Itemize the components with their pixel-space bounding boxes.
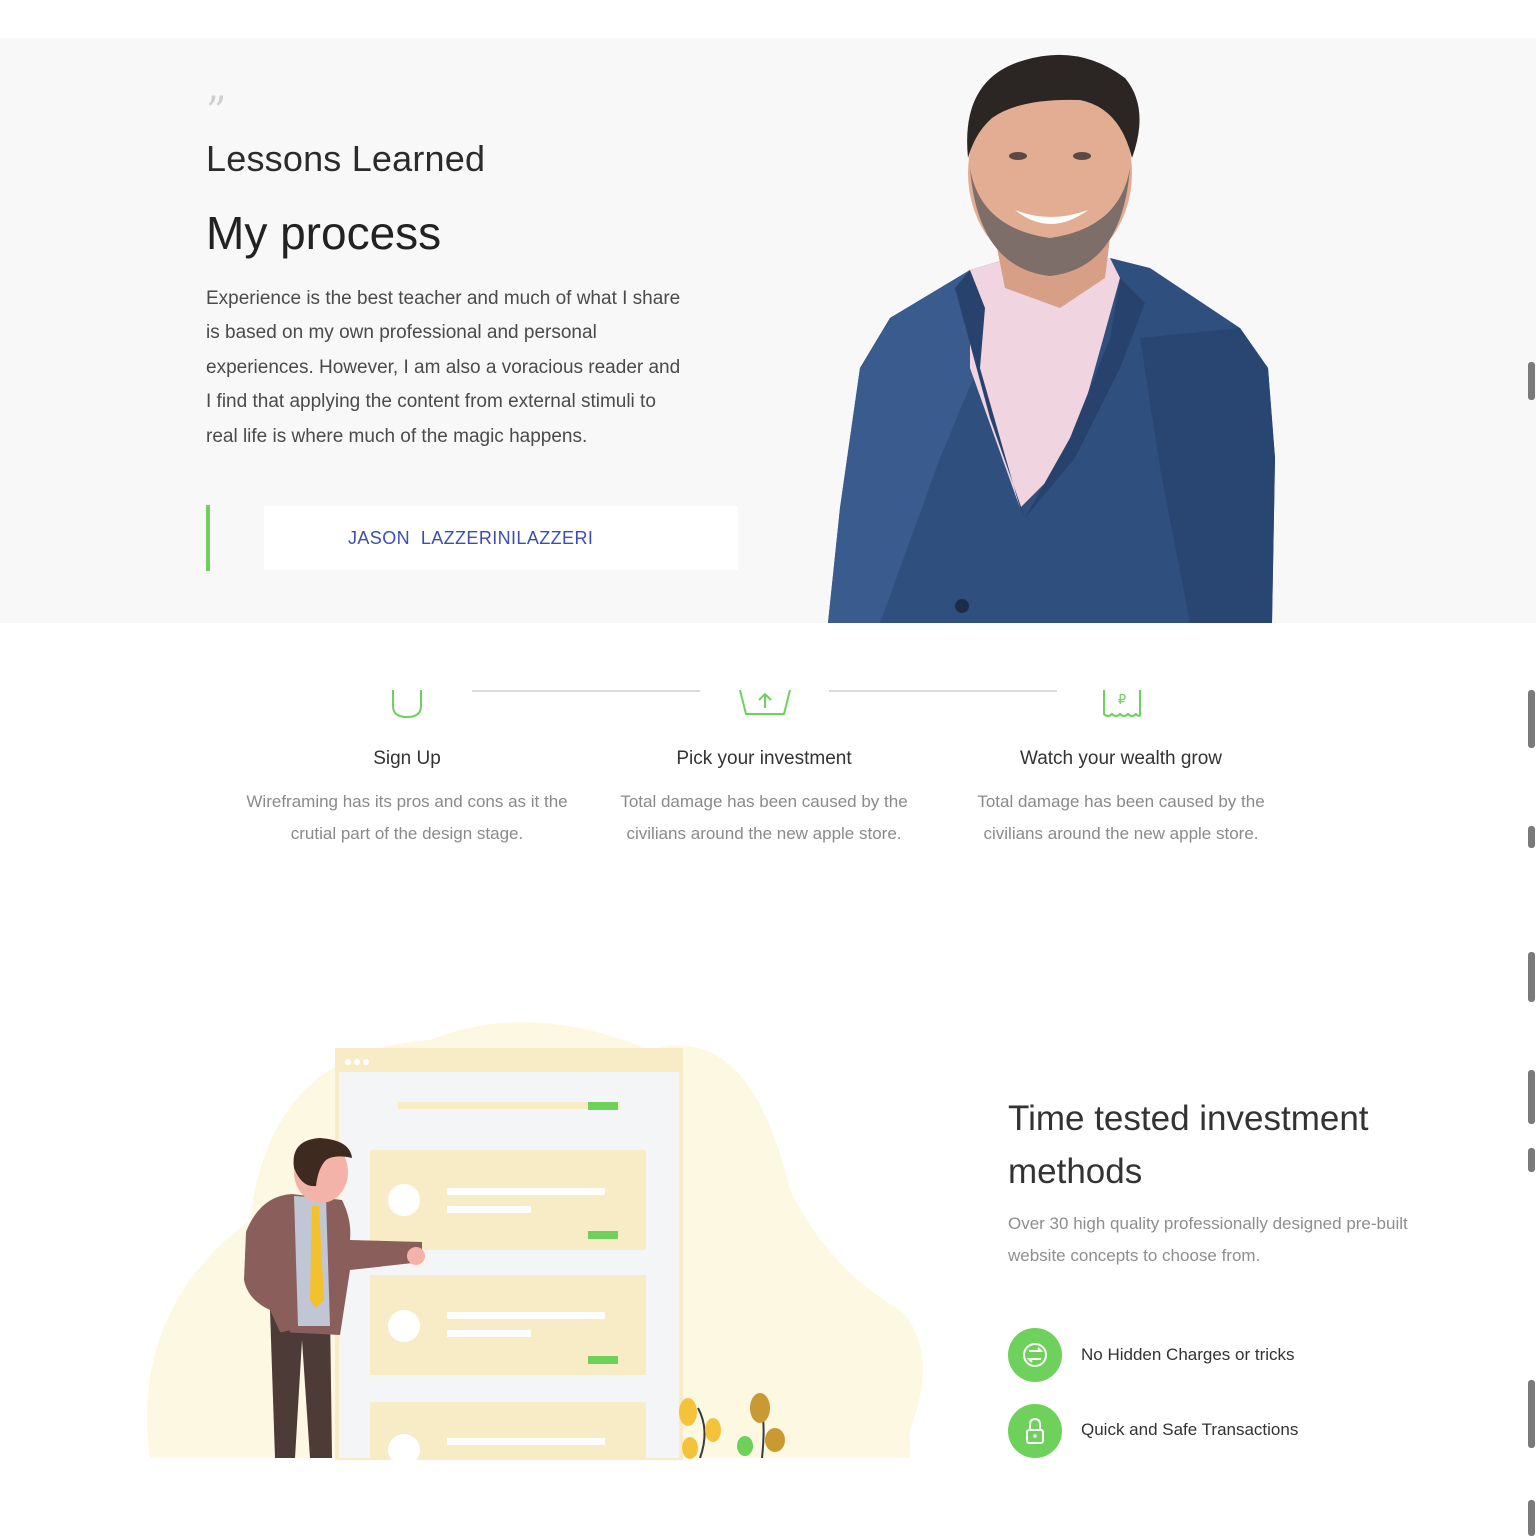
step-connector [829, 690, 1057, 692]
upload-basket-icon [739, 689, 791, 715]
scroll-marker[interactable] [1528, 362, 1535, 400]
step-description: Wireframing has its pros and cons as it … [246, 792, 568, 843]
hero-subtitle: Lessons Learned [206, 138, 486, 179]
step-title: Pick your investment [676, 748, 852, 769]
scroll-marker[interactable] [1528, 826, 1535, 848]
step-description: Total damage has been caused by the civi… [620, 792, 908, 843]
scroll-marker[interactable] [1528, 1380, 1535, 1448]
accent-bar [206, 505, 210, 571]
receipt-icon: ₽ [1103, 690, 1141, 717]
author-box: JASON LAZZERINILAZZERI [264, 506, 738, 570]
features-title: Time tested investment methods [1008, 1099, 1369, 1191]
scroll-marker[interactable] [1528, 1148, 1535, 1172]
step-connector [472, 690, 700, 692]
svg-text:₽: ₽ [1118, 693, 1126, 708]
investment-illustration [147, 1022, 923, 1460]
feature-label: Quick and Safe Transactions [1081, 1420, 1299, 1439]
scroll-marker[interactable] [1528, 1500, 1535, 1536]
portrait-image [828, 54, 1275, 623]
scroll-marker[interactable] [1528, 1070, 1535, 1124]
no-charges-icon [1008, 1328, 1062, 1382]
author-name: JASON LAZZERINILAZZERI [348, 528, 594, 548]
hero-section: ” Lessons Learned My process Experience … [0, 38, 1536, 623]
wallet-icon [392, 690, 422, 719]
quote-icon: ” [206, 89, 227, 135]
step-title: Sign Up [373, 748, 441, 769]
features-description: Over 30 high quality professionally desi… [1008, 1214, 1408, 1265]
scroll-marker[interactable] [1528, 952, 1535, 1002]
lock-icon [1008, 1404, 1062, 1458]
step-description: Total damage has been caused by the civi… [977, 792, 1265, 843]
hero-description: Experience is the best teacher and much … [206, 288, 681, 447]
scroll-marker[interactable] [1528, 690, 1535, 748]
step-title: Watch your wealth grow [1019, 748, 1223, 769]
hero-title: My process [206, 207, 442, 259]
feature-label: No Hidden Charges or tricks [1081, 1345, 1295, 1364]
